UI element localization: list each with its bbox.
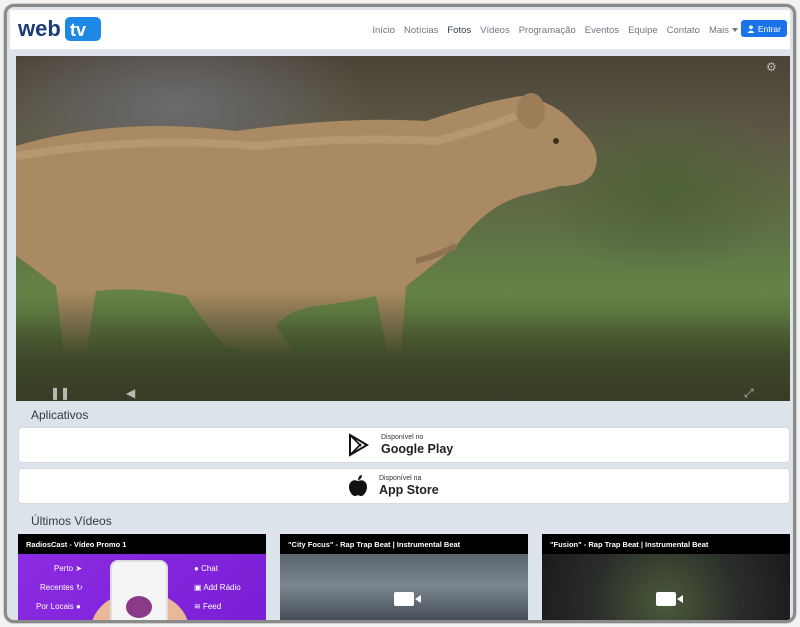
nav-links: Início Notícias Fotos Vídeos Programação… bbox=[363, 10, 738, 50]
nav-contato[interactable]: Contato bbox=[667, 25, 700, 36]
svg-text:tv: tv bbox=[70, 20, 86, 40]
nav-mais-label: Mais bbox=[708, 24, 729, 36]
fullscreen-icon[interactable]: ⤢ bbox=[744, 386, 754, 401]
browser-frame: web tv Início Notícias Fotos Vídeos Prog… bbox=[4, 4, 796, 623]
grass-foreground bbox=[16, 291, 790, 401]
video-card[interactable]: "Fusion" - Rap Trap Beat | Instrumental … bbox=[542, 534, 790, 620]
user-icon bbox=[747, 25, 755, 33]
promo-menu-label: Add Rádio bbox=[203, 583, 241, 592]
video-thumbnail bbox=[280, 554, 528, 620]
google-play-icon bbox=[349, 433, 369, 457]
nav-equipe[interactable]: Equipe bbox=[628, 25, 658, 36]
promo-menu-label: Perto bbox=[54, 564, 74, 573]
pause-icon[interactable]: ❚❚ bbox=[50, 386, 70, 400]
login-button[interactable]: Entrar bbox=[740, 20, 787, 37]
promo-menu-label: Recentes bbox=[40, 583, 74, 592]
promo-menu-label: Chat bbox=[201, 564, 218, 573]
promo-menu-label: Por Locais bbox=[36, 602, 74, 611]
video-thumbnail: Perto ➤ Recentes ↻ Por Locais ● ● Chat ▣… bbox=[18, 554, 266, 620]
promo-menu-label: Feed bbox=[202, 602, 222, 611]
nav-programacao[interactable]: Programação bbox=[519, 25, 576, 36]
video-card[interactable]: RadiosCast - Vídeo Promo 1 Perto ➤ Recen… bbox=[18, 534, 266, 620]
nav-eventos[interactable]: Eventos bbox=[585, 25, 619, 36]
caret-down-icon bbox=[732, 27, 738, 32]
nav-mais-dropdown[interactable]: Mais bbox=[709, 25, 738, 36]
video-camera-icon bbox=[656, 592, 676, 606]
google-play-button[interactable]: Disponível no Google Play bbox=[18, 427, 790, 463]
promo-menu-item: Perto ➤ bbox=[54, 564, 83, 573]
nav-videos[interactable]: Vídeos bbox=[480, 25, 510, 36]
nav-fotos[interactable]: Fotos bbox=[447, 25, 471, 36]
promo-menu-item: ▣ Add Rádio bbox=[194, 583, 241, 592]
video-camera-icon bbox=[394, 592, 414, 606]
app-store-button[interactable]: Disponível na App Store bbox=[18, 468, 790, 504]
app-store-small: Disponível na bbox=[379, 474, 422, 482]
volume-icon[interactable]: ◀ bbox=[126, 386, 135, 400]
promo-menu-item: Recentes ↻ bbox=[40, 583, 83, 592]
navbar: web tv Início Notícias Fotos Vídeos Prog… bbox=[10, 10, 790, 50]
phone-image bbox=[110, 560, 168, 620]
promo-menu-item: ● Chat bbox=[194, 564, 218, 573]
google-play-small: Disponível no bbox=[381, 433, 424, 441]
video-card[interactable]: "City Focus" - Rap Trap Beat | Instrumen… bbox=[280, 534, 528, 620]
video-title: "City Focus" - Rap Trap Beat | Instrumen… bbox=[280, 534, 528, 554]
promo-menu-item: Por Locais ● bbox=[36, 602, 81, 611]
app-logo-icon bbox=[126, 596, 152, 618]
video-title: "Fusion" - Rap Trap Beat | Instrumental … bbox=[542, 534, 790, 554]
latest-videos-heading: Últimos Vídeos bbox=[31, 514, 112, 528]
promo-menu-item: ≋ Feed bbox=[194, 602, 222, 611]
webtv-logo[interactable]: web tv bbox=[18, 14, 104, 44]
settings-icon[interactable]: ⚙ bbox=[766, 60, 777, 74]
apple-icon bbox=[349, 475, 367, 497]
login-label: Entrar bbox=[757, 23, 781, 34]
svg-text:web: web bbox=[18, 16, 61, 41]
video-thumbnail bbox=[542, 554, 790, 620]
google-play-label: Google Play bbox=[381, 441, 454, 456]
video-title: RadiosCast - Vídeo Promo 1 bbox=[18, 534, 266, 554]
apps-heading: Aplicativos bbox=[31, 408, 89, 422]
app-store-label: App Store bbox=[379, 482, 439, 497]
video-player[interactable]: ❚❚ ◀ ⤢ ⚙ bbox=[16, 56, 790, 401]
nav-inicio[interactable]: Início bbox=[372, 25, 395, 36]
nav-noticias[interactable]: Notícias bbox=[404, 25, 438, 36]
